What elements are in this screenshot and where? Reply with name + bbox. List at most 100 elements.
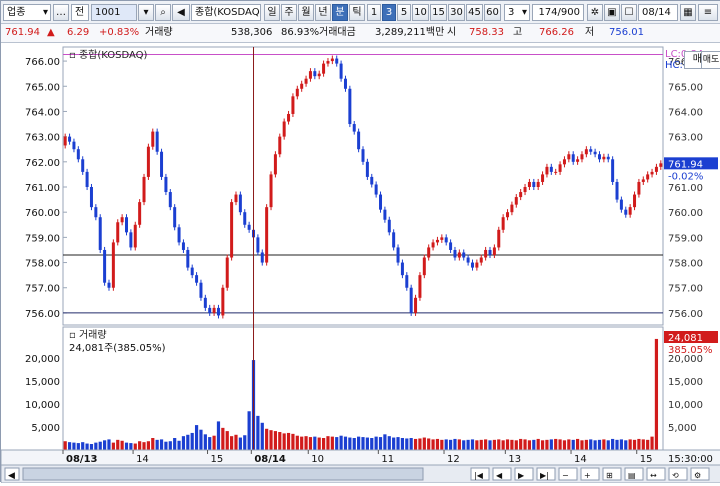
candle-body — [221, 287, 225, 316]
volume-bar — [181, 436, 186, 450]
minute-3[interactable]: 3 — [382, 4, 396, 21]
volume-tick-label-right: 15,000 — [668, 377, 703, 388]
volume-bar — [589, 439, 593, 450]
scroll-tool-icon: ▤ — [628, 471, 636, 480]
date-check-button[interactable]: ☐ — [621, 4, 637, 21]
minute-10[interactable]: 10 — [412, 4, 429, 21]
volume-bar — [580, 440, 584, 450]
volume-bar — [321, 438, 326, 450]
page-counter: 174/900 — [532, 4, 584, 21]
volume-bar — [361, 437, 365, 450]
candle-body — [457, 252, 461, 258]
volume-bar — [444, 439, 448, 450]
minute-60[interactable]: 60 — [484, 4, 501, 21]
period-day[interactable]: 일 — [264, 4, 280, 21]
candle-body — [405, 275, 409, 288]
volume-bar — [313, 436, 317, 450]
candle-body — [488, 249, 492, 255]
period-month[interactable]: 월 — [298, 4, 314, 21]
window-menu-button[interactable]: ≡ — [698, 4, 718, 21]
code-input[interactable]: 1001 — [91, 4, 137, 21]
minute-5[interactable]: 5 — [397, 4, 411, 21]
period-minute[interactable]: 분 — [332, 4, 348, 21]
time-tick-label: 14 — [136, 454, 149, 465]
sell-label: 매도 — [702, 55, 720, 65]
volume-bar — [448, 439, 453, 450]
volume-bar — [396, 437, 400, 450]
volume-bar — [129, 443, 133, 450]
candle-body — [383, 209, 387, 220]
save-button[interactable]: ▣ — [604, 4, 620, 21]
date-input[interactable]: 08/14 — [638, 4, 678, 21]
volume-bar — [624, 440, 628, 450]
volume-value: 538,306 — [231, 27, 273, 38]
minute-45[interactable]: 45 — [466, 4, 483, 21]
search-button[interactable]: ⌕ — [155, 4, 171, 21]
candle-body — [654, 166, 658, 172]
candle-body — [335, 58, 339, 64]
volume-bar — [186, 434, 190, 450]
volume-bar — [103, 440, 107, 450]
candle-body — [628, 207, 632, 215]
candle-body — [68, 136, 72, 142]
chart-area[interactable]: 756.00 756.00 757.00 757.00 758.00 758.00 759.… — [0, 43, 720, 484]
candle-body — [304, 78, 308, 84]
calendar-button[interactable]: ▦ — [680, 4, 696, 21]
volume-bar — [304, 436, 308, 450]
chart-window: 업종 ▾ … 전 1001 ▾ ⌕ ◀ 종합(KOSDAQ) 일 주 월 년 분 … — [0, 0, 720, 484]
candle-body — [164, 176, 168, 193]
candle-body — [479, 257, 483, 263]
volume-bar — [168, 441, 172, 450]
candle-body — [103, 249, 107, 283]
candle-body — [111, 242, 115, 288]
volume-bar — [392, 437, 396, 450]
code-dropdown-button[interactable]: ▾ — [138, 4, 154, 21]
candle-body — [387, 219, 391, 233]
volume-bar — [63, 441, 67, 450]
candle-body — [501, 217, 505, 230]
volume-bar — [405, 438, 409, 450]
volume-bar — [221, 427, 225, 450]
menu-icon: ≡ — [703, 7, 713, 18]
candle-body — [602, 156, 606, 160]
minute-1[interactable]: 1 — [367, 4, 381, 21]
count-select[interactable]: 3 ▾ — [504, 4, 530, 21]
volume-value-label: 24,081주(385.05%) — [69, 343, 166, 354]
price-change: 6.29 — [67, 27, 90, 38]
candle-body — [435, 239, 439, 243]
candle-body — [330, 58, 334, 62]
market-select[interactable]: 업종 ▾ — [3, 4, 51, 21]
candle-body — [273, 154, 277, 175]
candle-body — [365, 161, 369, 177]
minute-30[interactable]: 30 — [448, 4, 465, 21]
period-year[interactable]: 년 — [315, 4, 331, 21]
candle-body — [400, 262, 404, 276]
volume-bar — [335, 437, 339, 450]
volume-bar — [352, 438, 356, 450]
price-tick-label-right: 764.00 — [668, 107, 703, 118]
volume-bar — [549, 439, 553, 450]
settings-button[interactable]: ✲ — [587, 4, 603, 21]
candle-body — [470, 262, 474, 268]
price-volume-chart[interactable]: 756.00 756.00 757.00 757.00 758.00 758.00 759.… — [0, 43, 720, 484]
volume-bar — [479, 439, 483, 450]
volume-bar — [234, 434, 238, 450]
gear-icon: ✲ — [590, 7, 600, 18]
volume-bar — [269, 430, 273, 450]
sell-button[interactable]: 매도 — [701, 51, 720, 69]
jeon-button[interactable]: 전 — [71, 4, 89, 21]
period-tick[interactable]: 틱 — [349, 4, 365, 21]
candle-body — [177, 227, 181, 243]
minute-15[interactable]: 15 — [430, 4, 447, 21]
volume-bar — [159, 439, 164, 450]
amount-label: 거래대금 — [319, 27, 356, 38]
volume-bar — [164, 441, 168, 450]
sound-button[interactable]: ◀ — [172, 4, 190, 21]
volume-bar — [584, 439, 588, 450]
volume-bar — [98, 441, 102, 450]
candle-body — [269, 174, 273, 208]
volume-bar — [225, 431, 229, 450]
candle-body — [63, 136, 67, 146]
list-button[interactable]: … — [53, 4, 69, 21]
period-week[interactable]: 주 — [281, 4, 297, 21]
